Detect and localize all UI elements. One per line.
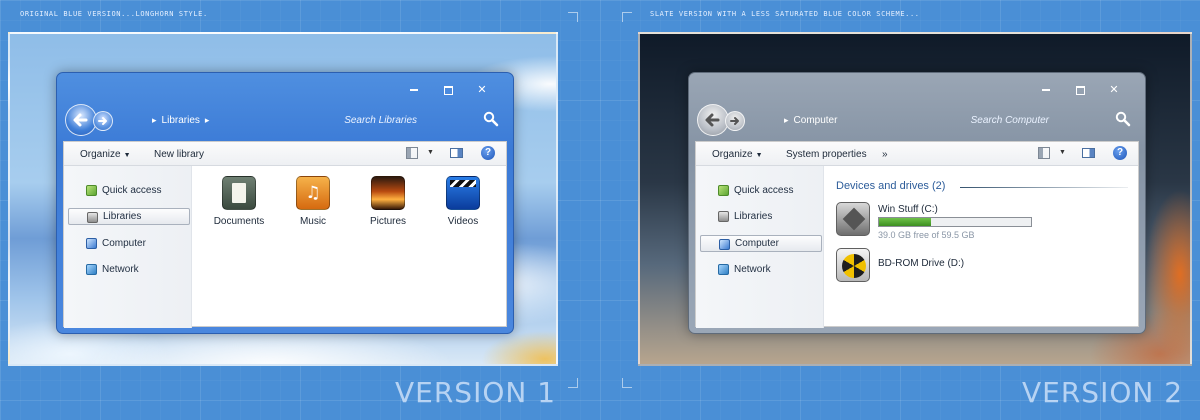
pictures-icon — [371, 176, 405, 210]
view-icon[interactable] — [1038, 147, 1050, 159]
nav-item-computer[interactable]: Computer — [68, 235, 190, 252]
network-icon — [86, 264, 97, 275]
search-input[interactable]: Search Libraries — [344, 115, 417, 126]
chevron-down-icon[interactable]: ▼ — [427, 149, 434, 156]
nav-item-quick-access[interactable]: Quick access — [700, 182, 822, 199]
chevron-down-icon[interactable]: ▼ — [1059, 149, 1066, 156]
address-path: Libraries — [161, 115, 200, 126]
network-icon — [718, 264, 729, 275]
nav-item-libraries[interactable]: Libraries — [68, 208, 190, 225]
minimize-icon[interactable] — [397, 82, 431, 98]
version2-preview: ✕ ▸ Computer Search Computer Organize ▼ Sy… — [638, 32, 1192, 366]
minimize-icon[interactable] — [1029, 82, 1063, 98]
library-music[interactable]: ♫ Music — [278, 176, 348, 227]
navigation-pane: Quick access Libraries Computer Network — [64, 166, 192, 328]
close-icon[interactable]: ✕ — [465, 82, 499, 98]
music-icon: ♫ — [296, 176, 330, 210]
drive-free-space: 39.0 GB free of 59.5 GB — [878, 230, 975, 240]
corner-mark — [622, 12, 632, 22]
computer-icon — [719, 239, 730, 250]
window-controls: ✕ — [397, 82, 499, 98]
system-properties-button[interactable]: System properties — [786, 149, 867, 160]
nav-buttons — [65, 104, 119, 136]
address-bar[interactable]: ▸ Libraries ▸ — [147, 115, 214, 126]
search-icon[interactable] — [483, 111, 499, 127]
library-documents[interactable]: Documents — [204, 176, 274, 227]
library-pictures[interactable]: Pictures — [353, 176, 423, 227]
nav-buttons — [697, 104, 751, 136]
computer-icon — [86, 238, 97, 249]
chevron-right-icon: ▸ — [784, 115, 789, 125]
drive-item-d[interactable]: BD-ROM Drive (D:) — [836, 248, 1136, 288]
help-icon[interactable]: ? — [481, 146, 495, 160]
chevron-down-icon: ▼ — [755, 152, 763, 159]
maximize-icon[interactable] — [1063, 82, 1097, 98]
maximize-icon[interactable] — [431, 82, 465, 98]
forward-arrow-icon — [98, 117, 107, 125]
bd-rom-icon — [836, 248, 870, 282]
search-icon[interactable] — [1115, 111, 1131, 127]
preview-pane-icon[interactable] — [450, 148, 463, 158]
new-library-button[interactable]: New library — [154, 149, 204, 160]
drive-item-c[interactable]: Win Stuff (C:) 39.0 GB free of 59.5 GB — [836, 202, 1136, 242]
navigation-pane: Quick access Libraries Computer Network — [696, 166, 824, 328]
nav-item-computer[interactable]: Computer — [700, 235, 822, 252]
explorer-window-blue: ✕ ▸ Libraries ▸ Search Libraries Organize ▼… — [56, 72, 514, 334]
heading-divider — [960, 187, 1128, 188]
libraries-icon — [718, 211, 729, 222]
window-controls: ✕ — [1029, 82, 1131, 98]
nav-item-quick-access[interactable]: Quick access — [68, 182, 190, 199]
caption-version2: SLATE VERSION WITH A LESS SATURATED BLUE… — [650, 10, 920, 18]
more-commands-button[interactable]: » — [882, 149, 888, 160]
nav-item-network[interactable]: Network — [68, 261, 190, 278]
view-icon[interactable] — [406, 147, 418, 159]
address-bar[interactable]: ▸ Computer — [779, 115, 837, 126]
documents-icon — [222, 176, 256, 210]
quick-access-icon — [86, 185, 97, 196]
corner-mark — [622, 378, 632, 388]
quick-access-icon — [718, 185, 729, 196]
nav-item-network[interactable]: Network — [700, 261, 822, 278]
help-icon[interactable]: ? — [1113, 146, 1127, 160]
drive-usage-bar — [878, 217, 1032, 227]
search-input[interactable]: Search Computer — [971, 115, 1049, 126]
version1-label: VERSION 1 — [395, 376, 557, 409]
organize-button[interactable]: Organize ▼ — [712, 149, 763, 160]
libraries-icon — [87, 212, 98, 223]
chevron-right-icon: ▸ — [204, 115, 210, 125]
version2-label: VERSION 2 — [1022, 376, 1184, 409]
command-bar: Organize ▼ New library ▼ ? — [64, 142, 506, 166]
preview-pane-icon[interactable] — [1082, 148, 1095, 158]
organize-button[interactable]: Organize ▼ — [80, 149, 131, 160]
chevron-right-icon: ▸ — [152, 115, 157, 125]
address-path: Computer — [793, 115, 838, 126]
library-videos[interactable]: Videos — [428, 176, 498, 227]
drive-name: Win Stuff (C:) — [878, 204, 938, 215]
drive-name: BD-ROM Drive (D:) — [878, 258, 965, 269]
content-area: Organize ▼ New library ▼ ? Quick access L… — [63, 141, 507, 328]
chevron-down-icon: ▼ — [123, 152, 131, 159]
devices-heading: Devices and drives (2) — [836, 180, 946, 192]
caption-version1: ORIGINAL BLUE VERSION...LONGHORN STYLE. — [20, 10, 208, 18]
nav-item-libraries[interactable]: Libraries — [700, 208, 822, 225]
forward-arrow-icon — [730, 117, 739, 125]
corner-mark — [568, 12, 578, 22]
content-area: Organize ▼ System properties » ▼ ? Quick … — [695, 141, 1139, 328]
close-icon[interactable]: ✕ — [1097, 82, 1131, 98]
corner-mark — [568, 378, 578, 388]
command-bar: Organize ▼ System properties » ▼ ? — [696, 142, 1138, 166]
version1-preview: ✕ ▸ Libraries ▸ Search Libraries Organize ▼… — [8, 32, 558, 366]
hard-drive-icon — [836, 202, 870, 236]
drive-usage-fill — [879, 218, 932, 226]
videos-icon — [446, 176, 480, 210]
explorer-window-slate: ✕ ▸ Computer Search Computer Organize ▼ Sy… — [688, 72, 1146, 334]
